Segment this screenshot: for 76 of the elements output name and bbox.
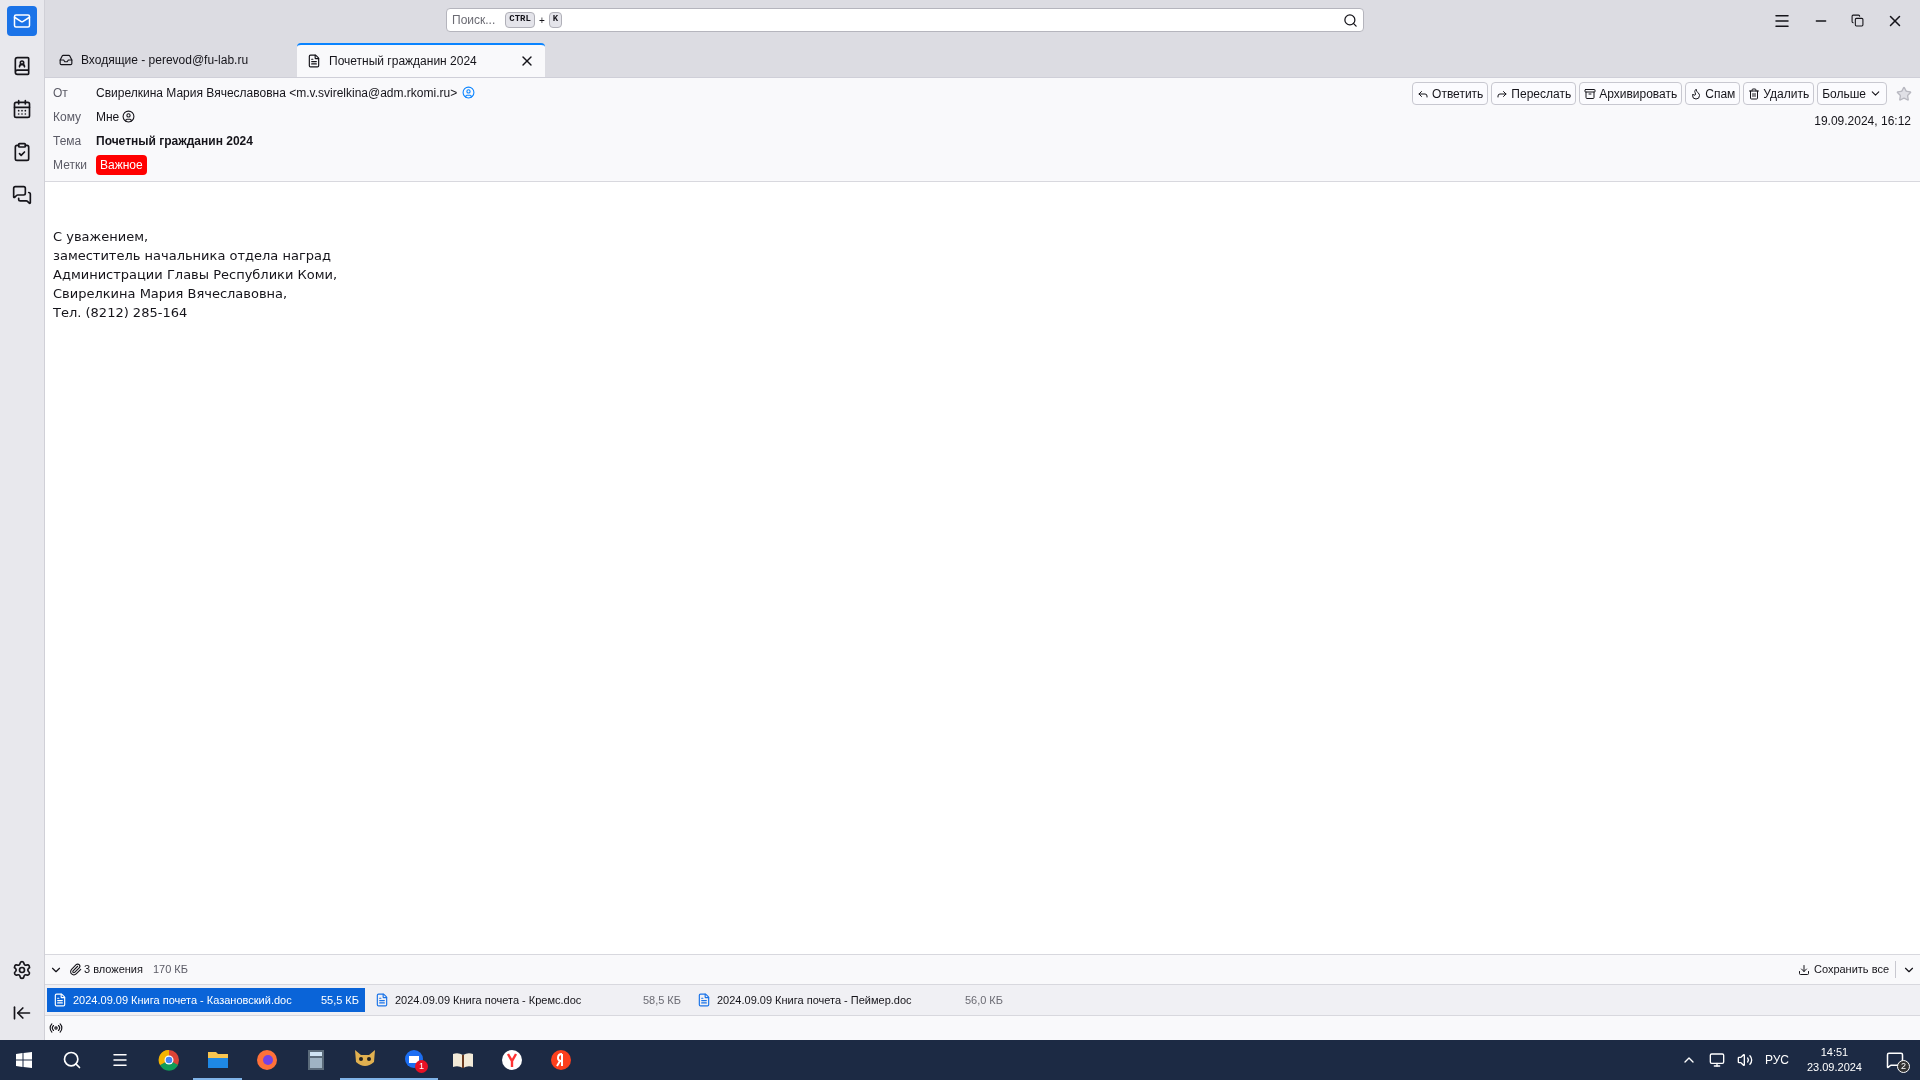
reply-button[interactable]: Ответить: [1412, 82, 1489, 105]
delete-button[interactable]: Удалить: [1743, 82, 1815, 105]
speech-bubble-icon: [1886, 1051, 1904, 1069]
forward-button[interactable]: Переслать: [1491, 82, 1577, 105]
language-indicator[interactable]: РУС: [1764, 1051, 1789, 1069]
clock[interactable]: 14:51 23.09.2024: [1800, 1045, 1868, 1075]
tab-label: Почетный гражданин 2024: [329, 53, 477, 70]
tag-label[interactable]: Важное: [96, 154, 147, 175]
recipient-text[interactable]: Свирелкина Мария Вячеславовна <m.v.svirelkina@adm.rkomi.ru>: [96, 83, 458, 102]
attachment-item[interactable]: 2024.09.09 Книга почета - Казановский.doc 55,5 КБ: [47, 988, 365, 1012]
mail-space-button[interactable]: [7, 6, 37, 36]
attachment-item[interactable]: 2024.09.09 Книга почета - Пеймер.doc 56,0 КБ: [691, 988, 1009, 1012]
restore-icon[interactable]: [1851, 14, 1864, 27]
subject-text: Почетный гражданин 2024: [96, 132, 253, 150]
open-book-icon: [451, 1051, 474, 1069]
tab-label: Входящие - perevod@fu-lab.ru: [81, 52, 249, 69]
envelope-icon: [13, 12, 31, 30]
star-icon[interactable]: [1896, 85, 1912, 102]
notification-badge: 1: [415, 1060, 428, 1073]
field-label: Тема: [53, 132, 83, 150]
key-cap: K: [548, 12, 563, 28]
search-icon: [62, 1050, 82, 1070]
body-text-line: Свирелкина Мария Вячеславовна,: [53, 285, 288, 303]
field-label: Кому: [53, 108, 83, 126]
network-icon[interactable]: [1708, 1052, 1725, 1068]
field-label: От: [53, 84, 69, 102]
delete-icon: [1748, 87, 1761, 100]
contact-icon[interactable]: [122, 110, 136, 123]
ya-letter-icon: [549, 1049, 572, 1071]
document-icon: [307, 54, 321, 68]
body-text-line: С уважением,: [53, 228, 149, 246]
paperclip-icon: [69, 963, 82, 976]
archive-button[interactable]: Архивировать: [1579, 82, 1683, 105]
online-status-icon[interactable]: [49, 1021, 63, 1035]
recipient-text[interactable]: Мне: [96, 107, 120, 126]
address-book-icon: [12, 56, 32, 76]
inbox-icon: [59, 53, 73, 67]
task-view-icon: [111, 1051, 129, 1069]
document-icon: [53, 993, 67, 1007]
body-text-line: Тел. (8212) 285-164: [53, 304, 188, 322]
round-browser-icon: [157, 1049, 180, 1071]
message-date: 19.09.2024, 16:12: [1814, 113, 1911, 130]
more-button[interactable]: Больше: [1817, 82, 1887, 105]
download-icon: [1797, 963, 1810, 976]
taskbar-app-button[interactable]: 1: [389, 1040, 438, 1080]
calendar-icon: [12, 99, 32, 119]
field-label: Метки: [53, 156, 88, 174]
key-cap: CTRL: [505, 12, 535, 28]
folder-icon: [206, 1049, 229, 1069]
windows-logo-icon: [16, 1052, 32, 1068]
notifications-button[interactable]: 2: [1880, 1045, 1910, 1075]
attachment-item[interactable]: 2024.09.09 Книга почета - Кремс.doc 58,5 КБ: [369, 988, 687, 1012]
calculator-icon: [306, 1049, 325, 1071]
chat-bubbles-icon: [12, 185, 32, 205]
body-text-line: Администрации Главы Республики Коми,: [53, 266, 338, 284]
collapse-arrow-icon: [12, 1003, 32, 1023]
archive-icon: [1584, 87, 1597, 100]
notification-count-badge: 2: [1897, 1060, 1910, 1073]
volume-icon[interactable]: [1736, 1052, 1753, 1068]
plus-sign: +: [538, 13, 545, 28]
attachment-total-size: 170 КБ: [152, 962, 188, 978]
search-field[interactable]: Поиск... CTRL + K: [446, 8, 1364, 32]
tab[interactable]: Входящие - perevod@fu-lab.ru: [49, 43, 297, 77]
search-icon[interactable]: [1343, 12, 1358, 28]
document-icon: [375, 993, 389, 1007]
settings-icon: [12, 960, 32, 980]
clipboard-check-icon: [12, 142, 32, 162]
y-circle-icon: [500, 1049, 523, 1071]
search-placeholder: Поиск...: [452, 12, 496, 29]
attachment-count: 3 вложения: [84, 962, 143, 978]
save-all-button[interactable]: Сохранить все: [1797, 961, 1896, 978]
tab[interactable]: Почетный гражданин 2024: [297, 43, 545, 77]
document-icon: [697, 993, 711, 1007]
spam-button[interactable]: Спам: [1685, 82, 1741, 105]
spam-icon: [1690, 87, 1703, 100]
body-text-line: заместитель начальника отдела наград: [53, 247, 331, 265]
